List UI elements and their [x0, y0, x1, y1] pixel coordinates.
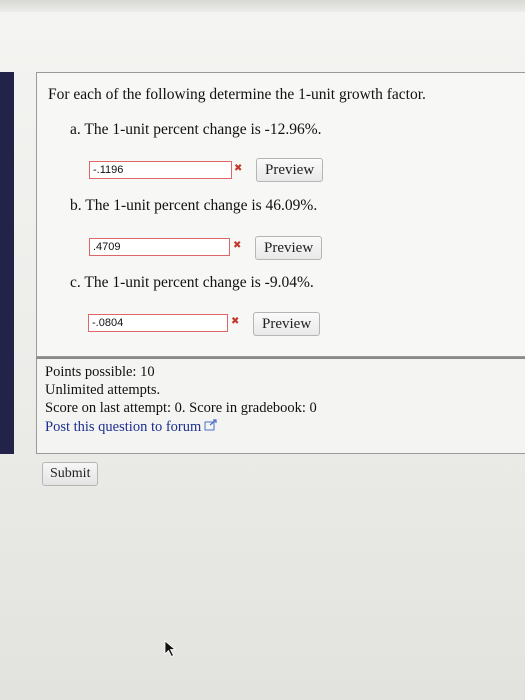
part-a-answer-input[interactable]: -.1196: [89, 161, 232, 179]
part-b-label: b. The 1-unit percent change is 46.09%.: [70, 197, 318, 214]
part-c-preview-button[interactable]: Preview: [253, 312, 321, 336]
part-b-answer-input[interactable]: .4709: [89, 238, 230, 256]
external-link-icon[interactable]: [204, 419, 218, 436]
part-c-label: c. The 1-unit percent change is -9.04%.: [70, 274, 314, 291]
red-x-icon: ✖: [233, 240, 242, 251]
part-c-answer-input[interactable]: -.0804: [88, 314, 228, 332]
forum-link-row: Post this question to forum: [45, 419, 218, 436]
part-b-preview-button[interactable]: Preview: [255, 236, 323, 260]
part-a-preview-button[interactable]: Preview: [256, 158, 324, 182]
top-strip: [0, 0, 525, 12]
post-to-forum-link[interactable]: Post this question to forum: [45, 419, 201, 435]
mouse-cursor-icon: [164, 640, 178, 663]
left-sidebar-bar: [0, 72, 14, 454]
attempts-info: Unlimited attempts.: [45, 382, 161, 398]
part-a-label: a. The 1-unit percent change is -12.96%.: [70, 121, 322, 138]
score-info: Score on last attempt: 0. Score in grade…: [45, 400, 317, 416]
red-x-icon: ✖: [234, 163, 243, 174]
submit-button[interactable]: Submit: [42, 462, 99, 486]
question-intro: For each of the following determine the …: [48, 86, 426, 103]
points-possible: Points possible: 10: [45, 364, 155, 380]
screen: For each of the following determine the …: [0, 0, 525, 700]
red-x-icon: ✖: [231, 316, 240, 327]
